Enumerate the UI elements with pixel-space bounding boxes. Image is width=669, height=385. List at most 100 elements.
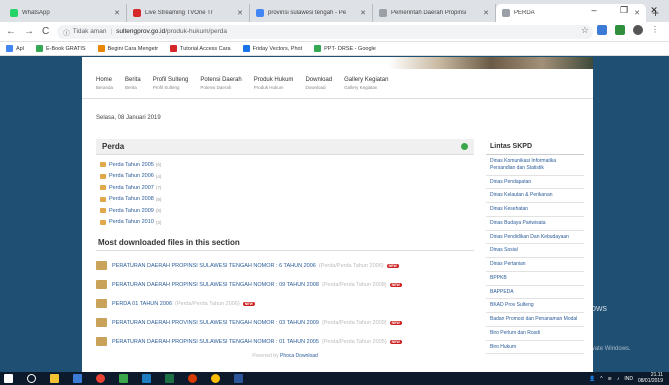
sidebar-item[interactable]: Dinas Komunikasi Informatika Persandian …	[486, 155, 584, 176]
clock[interactable]: 21.11 08/01/2019	[638, 372, 663, 384]
close-icon[interactable]: ✕	[114, 9, 120, 17]
sidebar-item[interactable]: Dinas Pertanian	[486, 258, 584, 272]
minimize-button[interactable]: –	[579, 0, 609, 22]
extension-icon-1[interactable]	[597, 25, 607, 35]
tab-tvone[interactable]: Live Streaming TVOne Tr ✕	[127, 4, 250, 22]
wifi-icon[interactable]: ≋	[608, 376, 612, 382]
tab-pemda[interactable]: Pemerintah Daerah Propinsi ✕	[373, 4, 496, 22]
folder-icon	[100, 196, 106, 202]
menu-berita[interactable]: Berita Berita	[125, 77, 141, 98]
list-item[interactable]: Perda Tahun 2010 (3)	[100, 217, 470, 229]
url-path: /produk-hukum/perda	[165, 28, 227, 35]
search-icon[interactable]	[27, 374, 36, 383]
forward-button[interactable]: →	[24, 26, 34, 37]
sidebar-item[interactable]: Dinas Sosial	[486, 244, 584, 258]
app-icon-4[interactable]	[188, 374, 197, 383]
taskbar: 👤 ^ ≋ ♪ IND 21.11 08/01/2019	[0, 372, 669, 385]
document-icon	[96, 318, 107, 327]
back-button[interactable]: ←	[6, 26, 16, 37]
url-host: sultengprov.go.id	[116, 28, 166, 35]
people-icon[interactable]: 👤	[589, 376, 595, 382]
site-container: Home Beranda Berita Berita Profil Sulteng P…	[82, 57, 593, 372]
close-icon[interactable]: ✕	[237, 9, 243, 17]
tab-google-search[interactable]: provinsi sulawesi tengah - Pe ✕	[250, 4, 373, 22]
phoca-link[interactable]: Phoca Download	[280, 353, 318, 359]
list-item[interactable]: Perda Tahun 2006 (4)	[100, 171, 470, 183]
excel-icon[interactable]	[165, 374, 174, 383]
bookmarks-bar: Apl E-Book GRATIS Begini Cara Mengetr Tu…	[0, 42, 669, 56]
address-bar: ← → C ⓘ Tidak aman | sultengprov.go.id/p…	[0, 22, 669, 42]
extension-icons: ☆ ⋮	[581, 25, 659, 35]
chrome-icon-2[interactable]	[211, 374, 220, 383]
sidebar-item[interactable]: Biro Perlum dan Rosdi	[486, 327, 584, 341]
menu-gallery[interactable]: Gallery Kegiatan Gallery Kegiatan	[344, 77, 388, 98]
tab-whatsapp[interactable]: WhatsApp ✕	[4, 4, 127, 22]
sidebar-item[interactable]: Dinas Kesehatan	[486, 203, 584, 217]
folder-icon	[100, 162, 106, 168]
perda-list: Perda Tahun 2005 (6) Perda Tahun 2006 (4) …	[96, 155, 474, 228]
volume-icon[interactable]: ♪	[617, 376, 620, 382]
sidebar-item[interactable]: Badan Promosi dan Penanaman Modal	[486, 313, 584, 327]
bookmark-vectors[interactable]: Friday Vectors, Phot	[242, 45, 302, 52]
bookmark-icon	[242, 45, 250, 52]
menu-potensi[interactable]: Potensi Daerah Potensi Daerah	[200, 77, 241, 98]
extension-icon-2[interactable]	[615, 25, 625, 35]
list-item[interactable]: Perda Tahun 2007 (7)	[100, 182, 470, 194]
tvone-icon	[133, 9, 141, 17]
url-input[interactable]: ⓘ Tidak aman | sultengprov.go.id/produk-…	[57, 24, 593, 39]
sidebar-item[interactable]: BPPKB	[486, 272, 584, 286]
menu-download[interactable]: Download Download	[305, 77, 332, 98]
page-icon	[379, 9, 387, 17]
activate-windows-watermark: Activate Windows	[536, 303, 608, 313]
sidebar-item[interactable]: Dinas Pendidikan Dan Kebudayaan	[486, 231, 584, 245]
chrome-icon[interactable]	[96, 374, 105, 383]
list-item[interactable]: Perda Tahun 2008 (9)	[100, 194, 470, 206]
menu-dots-icon[interactable]: ⋮	[651, 25, 659, 35]
reload-button[interactable]: C	[42, 26, 49, 37]
close-icon[interactable]: ✕	[360, 9, 366, 17]
menu-home[interactable]: Home Beranda	[96, 77, 113, 98]
windows-start-icon[interactable]	[4, 374, 13, 383]
main-content: Perda Perda Tahun 2005 (6) Perda Tahun 20…	[96, 139, 474, 359]
app-icon-2[interactable]	[119, 374, 128, 383]
bookmark-icon	[97, 45, 105, 52]
expand-icon[interactable]	[461, 143, 468, 150]
chevron-up-icon[interactable]: ^	[600, 376, 602, 382]
download-item[interactable]: PERDA 01 TAHUN 2006 (Perda/Perda Tahun 20…	[96, 294, 474, 313]
star-icon[interactable]: ☆	[581, 25, 589, 35]
sidebar-item[interactable]: Dinas Budaya Pariwisata	[486, 217, 584, 231]
avatar[interactable]	[633, 25, 643, 35]
menu-profil[interactable]: Profil Sulteng Profil Sulteng	[153, 77, 189, 98]
current-date: Selasa, 08 Januari 2019	[96, 115, 161, 121]
bookmark-begini[interactable]: Begini Cara Mengetr	[97, 45, 158, 52]
language-indicator[interactable]: IND	[624, 376, 633, 382]
download-item[interactable]: PERATURAN DAERAH PROPINSI SULAWESI TENGA…	[96, 275, 474, 294]
sidebar-item[interactable]: BAPPEDA	[486, 286, 584, 300]
bookmark-tutorial[interactable]: Tutorial Access Cara	[170, 45, 231, 52]
downloads-list: PERATURAN DAERAH PROPINSI SULAWESI TENGA…	[96, 251, 474, 351]
list-item[interactable]: Perda Tahun 2005 (6)	[100, 159, 470, 171]
sidebar-item[interactable]: Dinas Kelautan & Perikanan	[486, 189, 584, 203]
download-item[interactable]: PERATURAN DAERAH PROPINSI SULAWESI TENGA…	[96, 256, 474, 275]
menu-produk-hukum[interactable]: Produk Hukum Produk Hukum	[254, 77, 294, 98]
tab-bar: WhatsApp ✕ Live Streaming TVOne Tr ✕ pro…	[0, 0, 669, 22]
youtube-icon	[170, 45, 178, 52]
apps-grid-icon	[6, 45, 13, 52]
word-icon[interactable]	[234, 374, 243, 383]
app-icon-3[interactable]	[142, 374, 151, 383]
app-icon-1[interactable]	[73, 374, 82, 383]
bookmark-ppt[interactable]: PPT- DRSE - Google	[314, 45, 376, 52]
info-icon[interactable]: ⓘ	[63, 27, 70, 37]
list-item[interactable]: Perda Tahun 2009 (8)	[100, 205, 470, 217]
maximize-button[interactable]: ❐	[609, 0, 639, 22]
bookmark-ebook[interactable]: E-Book GRATIS	[35, 45, 86, 52]
document-icon	[96, 280, 107, 289]
download-item[interactable]: PERATURAN DAERAH PROVINSI SULAWESI TENGA…	[96, 313, 474, 332]
close-window-button[interactable]: ✕	[639, 0, 669, 22]
bookmark-apps[interactable]: Apl	[6, 45, 24, 52]
document-icon	[96, 261, 107, 270]
file-explorer-icon[interactable]	[50, 374, 59, 383]
close-icon[interactable]: ✕	[483, 9, 489, 17]
download-item[interactable]: PERATURAN DAERAH PROPINSI SULAWESI TENGA…	[96, 332, 474, 351]
sidebar-item[interactable]: Dinas Pendapatan	[486, 176, 584, 190]
